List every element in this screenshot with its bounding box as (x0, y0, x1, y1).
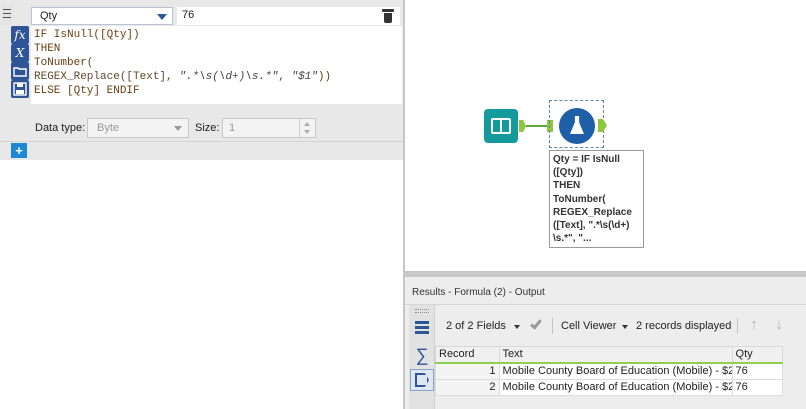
trash-icon[interactable] (382, 9, 394, 23)
table-row[interactable]: 2 Mobile County Board of Education (Mobi… (435, 378, 784, 396)
expression-line-5: ELSE [Qty] ENDIF (34, 85, 140, 97)
data-type-label: Data type: (35, 122, 86, 134)
expression-section: Qty 76 fx X IF IsNull([Qty]) THEN ToNumb… (0, 0, 403, 160)
chevron-down-icon[interactable] (622, 325, 628, 329)
size-label: Size: (195, 122, 220, 134)
annotation-line: \s.*", "... (553, 233, 592, 245)
output-field-value: Qty (40, 10, 58, 22)
expression-header-row: Qty 76 (0, 5, 403, 25)
divider (552, 318, 553, 334)
fields-selector[interactable]: 2 of 2 Fields (446, 320, 506, 332)
cell-viewer-selector[interactable]: Cell Viewer (561, 320, 616, 332)
variable-icon[interactable]: X (11, 44, 29, 62)
expression-editor[interactable]: IF IsNull([Qty]) THEN ToNumber( REGEX_Re… (31, 26, 402, 104)
save-disk-icon[interactable] (11, 80, 29, 98)
connection-line[interactable] (526, 125, 548, 127)
annotation-line: ([Text], ".*\s(\d+) (553, 220, 630, 232)
size-value: 1 (229, 122, 236, 134)
column-header-record[interactable]: Record (435, 346, 500, 364)
spinner-icon[interactable] (299, 119, 315, 137)
chevron-down-icon[interactable] (514, 325, 520, 329)
annotation-line: Qty = IF IsNull (553, 154, 620, 165)
tag-icon[interactable] (410, 369, 434, 391)
regex-function-text: REGEX_Replace([Text], (34, 71, 180, 83)
data-type-value: Byte (97, 122, 120, 134)
column-header-text[interactable]: Text (498, 346, 733, 364)
record-cell[interactable]: 1 (435, 362, 500, 380)
output-anchor-icon[interactable] (598, 119, 607, 132)
divider (737, 318, 738, 334)
arrow-down-icon[interactable]: ↓ (770, 315, 788, 335)
expression-line-4: REGEX_Replace([Text], ".*\s(\d+)\s.*", "… (34, 71, 331, 83)
text-cell[interactable]: Mobile County Board of Education (Mobile… (498, 362, 733, 380)
regex-separator: , (278, 71, 292, 83)
annotation-line: ToNumber( (553, 193, 606, 205)
formula-config-panel: Qty 76 fx X IF IsNull([Qty]) THEN ToNumb… (0, 0, 403, 409)
record-cell[interactable]: 2 (435, 378, 500, 396)
annotation-line: ([Qty]) (553, 167, 583, 179)
regex-replacement-string: "$1" (291, 71, 318, 83)
input-data-tool-icon[interactable] (484, 109, 518, 143)
output-field-select[interactable]: Qty (31, 7, 173, 25)
grip-handle-icon[interactable] (415, 309, 429, 313)
chevron-down-icon (174, 126, 182, 131)
results-pane: Results - Formula (2) - Output ∑ 2 of 2 … (405, 277, 806, 409)
results-toolbar: 2 of 2 Fields Cell Viewer 2 records disp… (435, 315, 806, 337)
hamburger-menu-icon[interactable] (1, 5, 13, 25)
results-side-toolbar: ∑ (409, 305, 435, 409)
header-row: Record Text Qty (435, 346, 784, 364)
check-icon[interactable] (529, 317, 545, 332)
sigma-icon[interactable]: ∑ (412, 345, 432, 365)
divider (0, 141, 403, 142)
data-type-select[interactable]: Byte (87, 118, 189, 138)
annotation-line: REGEX_Replace (553, 206, 632, 218)
data-preview-value: 76 (177, 7, 400, 25)
add-expression-button[interactable]: + (11, 143, 27, 158)
annotation-line: THEN (553, 180, 581, 192)
data-type-row: Data type: Byte Size: 1 (0, 116, 403, 140)
regex-pattern-string: ".*\s(\d+)\s.*" (179, 71, 279, 83)
qty-cell[interactable]: 76 (731, 362, 784, 380)
regex-close-parens: )) (317, 71, 332, 83)
table-view-icon[interactable] (414, 320, 430, 336)
workflow-canvas[interactable]: Qty = IF IsNull ([Qty]) THEN ToNumber( R… (405, 0, 806, 271)
results-title: Results - Formula (2) - Output (412, 287, 545, 298)
chevron-down-icon (157, 14, 167, 20)
size-stepper[interactable]: 1 (222, 118, 316, 138)
expression-line-2: THEN (34, 43, 61, 55)
divider (405, 304, 806, 305)
table-row[interactable]: 1 Mobile County Board of Education (Mobi… (435, 362, 784, 380)
records-count: 2 records displayed (636, 320, 732, 332)
tool-annotation: Qty = IF IsNull ([Qty]) THEN ToNumber( R… (549, 150, 644, 248)
column-header-qty[interactable]: Qty (731, 346, 784, 364)
arrow-up-icon[interactable]: ↑ (745, 315, 763, 335)
results-grid: Record Text Qty 1 Mobile County Board of… (435, 346, 784, 396)
qty-cell[interactable]: 76 (731, 378, 784, 396)
function-icon[interactable]: fx (11, 26, 29, 44)
expression-line-3: ToNumber( (34, 57, 94, 69)
formula-tool-icon[interactable] (559, 108, 595, 144)
output-anchor-icon[interactable] (519, 120, 526, 132)
text-cell[interactable]: Mobile County Board of Education (Mobile… (498, 378, 733, 396)
preview-value-text: 76 (182, 9, 195, 21)
expression-line-1: IF IsNull([Qty]) (34, 29, 140, 41)
open-folder-icon[interactable] (11, 62, 29, 80)
